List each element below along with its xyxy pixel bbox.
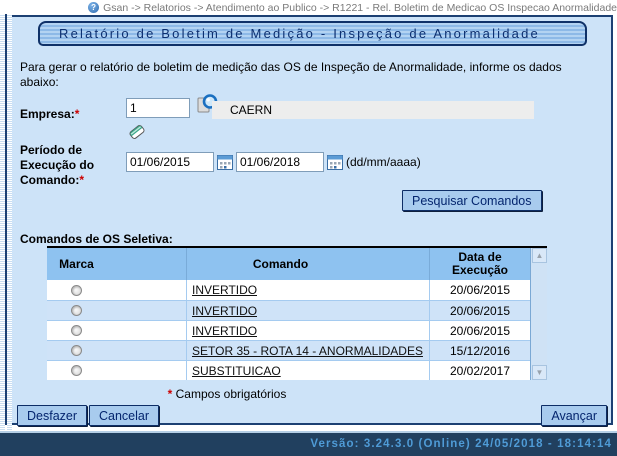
marca-radio[interactable]: [71, 305, 82, 316]
avancar-button[interactable]: Avançar: [541, 405, 607, 426]
empresa-code-input[interactable]: [126, 98, 190, 118]
data-execucao-cell: 15/12/2016: [430, 341, 530, 360]
empresa-clear-button[interactable]: [126, 121, 148, 143]
column-header-data: Data de Execução: [430, 248, 530, 280]
periodo-from-input[interactable]: [126, 152, 214, 172]
help-icon[interactable]: ?: [88, 2, 99, 13]
required-fields-note: * Campos obrigatórios: [47, 387, 407, 401]
breadcrumb: ? Gsan -> Relatorios -> Atendimento ao P…: [0, 0, 617, 15]
comando-link[interactable]: INVERTIDO: [192, 304, 257, 318]
desfazer-button[interactable]: Desfazer: [17, 405, 87, 426]
data-execucao-cell: 20/02/2017: [430, 361, 530, 380]
pesquisar-comandos-button[interactable]: Pesquisar Comandos: [402, 190, 542, 211]
calendar-icon: [217, 154, 233, 170]
page-title: Relatório de Boletim de Medição - Inspeç…: [38, 21, 587, 46]
date-format-hint: (dd/mm/aaaa): [346, 155, 421, 169]
data-execucao-cell: 20/06/2015: [430, 321, 530, 340]
calendar-to-button[interactable]: [327, 154, 343, 170]
version-text: Versão: 3.24.3.0 (Online) 24/05/2018 - 1…: [310, 438, 612, 450]
comandos-table: Marca Comando Data de Execução INVERTIDO…: [47, 246, 547, 380]
marca-radio[interactable]: [71, 365, 82, 376]
breadcrumb-text: Gsan -> Relatorios -> Atendimento ao Pub…: [103, 2, 617, 14]
table-row: SUBSTITUICAO 20/02/2017: [47, 360, 530, 380]
empresa-label: Empresa:*: [20, 107, 79, 121]
empresa-name-field: CAERN: [212, 101, 534, 119]
marca-radio[interactable]: [71, 345, 82, 356]
table-row: INVERTIDO 20/06/2015: [47, 280, 530, 300]
gsan-window: ? Gsan -> Relatorios -> Atendimento ao P…: [0, 0, 617, 456]
intro-text: Para gerar o relatório de boletim de med…: [20, 60, 572, 90]
table-scrollbar[interactable]: ▲ ▼: [530, 248, 547, 380]
comando-link[interactable]: INVERTIDO: [192, 324, 257, 338]
periodo-to-input[interactable]: [236, 152, 324, 172]
marca-radio[interactable]: [71, 325, 82, 336]
calendar-from-button[interactable]: [217, 154, 233, 170]
marca-radio[interactable]: [71, 285, 82, 296]
scroll-up-icon[interactable]: ▲: [532, 248, 547, 263]
data-execucao-cell: 20/06/2015: [430, 280, 530, 300]
comandos-table-main: Marca Comando Data de Execução INVERTIDO…: [47, 248, 530, 380]
comando-link[interactable]: SETOR 35 - ROTA 14 - ANORMALIDADES: [192, 344, 423, 358]
calendar-icon: [327, 154, 343, 170]
column-header-marca: Marca: [47, 248, 187, 280]
scroll-down-icon[interactable]: ▼: [532, 365, 547, 380]
comando-link[interactable]: SUBSTITUICAO: [192, 364, 281, 378]
comando-link[interactable]: INVERTIDO: [192, 283, 257, 297]
version-footer: Versão: 3.24.3.0 (Online) 24/05/2018 - 1…: [0, 431, 617, 456]
report-form-panel: Relatório de Boletim de Medição - Inspeç…: [12, 15, 613, 425]
table-header-row: Marca Comando Data de Execução: [47, 248, 530, 280]
data-execucao-cell: 20/06/2015: [430, 301, 530, 320]
periodo-required-mark: *: [79, 173, 84, 187]
empresa-required-mark: *: [75, 107, 80, 121]
periodo-label: Período de Execução do Comando:*: [20, 143, 110, 188]
table-row: INVERTIDO 20/06/2015: [47, 300, 530, 320]
table-row: SETOR 35 - ROTA 14 - ANORMALIDADES 15/12…: [47, 340, 530, 360]
cancelar-button[interactable]: Cancelar: [89, 405, 159, 426]
eraser-icon: [126, 121, 148, 143]
column-header-comando: Comando: [187, 248, 430, 280]
comandos-section-label: Comandos de OS Seletiva:: [20, 232, 173, 246]
table-row: INVERTIDO 20/06/2015: [47, 320, 530, 340]
